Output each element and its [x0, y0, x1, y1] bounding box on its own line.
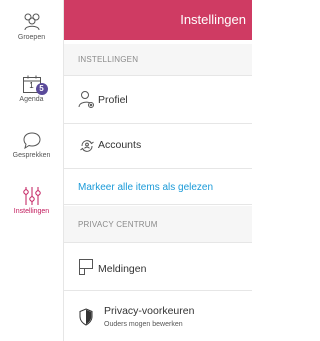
accounts-icon: [80, 140, 94, 152]
sidebar-item-gesprekken[interactable]: Gesprekken: [0, 130, 63, 159]
settings-item-sublabel: Ouders mogen bewerken: [104, 321, 183, 328]
chat-bubble-icon: [22, 132, 41, 150]
sidebar-item-instellingen[interactable]: Instellingen: [0, 186, 63, 215]
settings-item-privacy-voorkeuren[interactable]: Privacy-voorkeuren Ouders mogen bewerken: [64, 291, 252, 341]
group-icon: [24, 13, 39, 31]
profile-settings-icon: [78, 91, 94, 108]
header-bar: Instellingen: [64, 0, 252, 40]
settings-panel: Instellingen INSTELLINGEN Profiel Accoun…: [64, 0, 252, 341]
settings-item-label: Meldingen: [98, 263, 147, 275]
section-header-instellingen: INSTELLINGEN: [64, 44, 252, 76]
sidebar-item-label: Groepen: [17, 34, 46, 41]
sidebar-item-agenda[interactable]: 1 5 Agenda: [0, 74, 63, 103]
notifications-icon: [79, 259, 93, 275]
sidebar-item-label: Gesprekken: [12, 152, 51, 159]
sidebar-item-label: Agenda: [19, 96, 44, 103]
settings-item-label: Profiel: [98, 94, 128, 106]
page-title: Instellingen: [180, 12, 246, 27]
sidebar: Groepen 1 5 Agenda Gesprekken Instelling…: [0, 0, 64, 341]
agenda-badge: 5: [35, 83, 48, 95]
calendar-icon: 1 5: [21, 74, 48, 95]
settings-item-label: Accounts: [98, 139, 142, 151]
shield-icon: [79, 308, 93, 326]
section-title: PRIVACY CENTRUM: [78, 220, 158, 229]
section-header-privacy-centrum: PRIVACY CENTRUM: [64, 206, 252, 243]
sliders-icon: [22, 187, 41, 205]
mark-all-read-label: Markeer alle items als gelezen: [78, 182, 214, 193]
settings-item-label: Privacy-voorkeuren: [104, 305, 195, 317]
section-title: INSTELLINGEN: [78, 55, 139, 64]
settings-item-accounts[interactable]: Accounts: [64, 124, 252, 169]
settings-item-profiel[interactable]: Profiel: [64, 77, 252, 124]
settings-item-meldingen[interactable]: Meldingen: [64, 244, 252, 291]
mark-all-read-link[interactable]: Markeer alle items als gelezen: [64, 169, 252, 205]
sidebar-item-groepen[interactable]: Groepen: [0, 12, 63, 41]
sidebar-item-label: Instellingen: [13, 208, 50, 215]
